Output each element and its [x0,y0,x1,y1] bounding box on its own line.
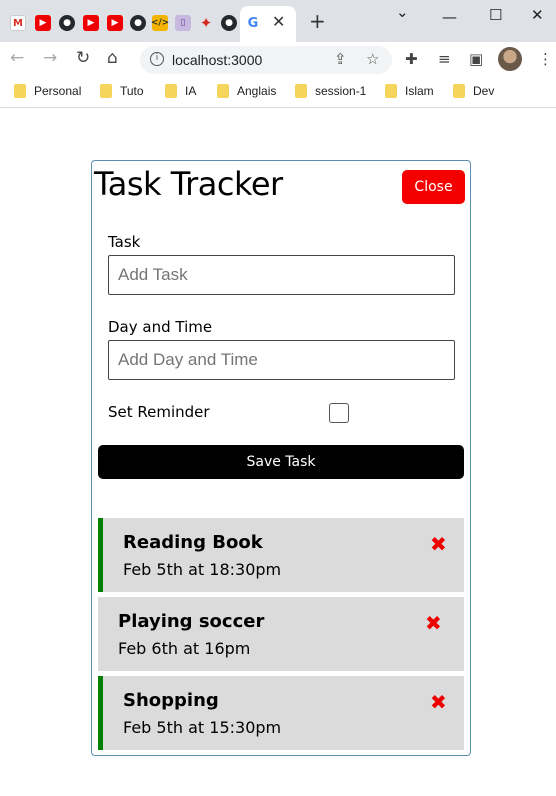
library-icon[interactable]: ▯ [175,15,191,31]
canada-icon[interactable]: ✦ [198,14,214,32]
bookmark-session-1[interactable]: session-1 [295,84,366,98]
task-day: Feb 6th at 16pm [118,639,251,658]
info-icon[interactable]: i [150,52,164,66]
github-icon[interactable]: ● [59,15,75,31]
bookmark-ia[interactable]: IA [165,84,196,98]
bookmark-label: session-1 [315,84,367,98]
new-tab-icon[interactable]: + [309,9,326,33]
task-name: Playing soccer [118,611,265,632]
github-icon[interactable]: ● [221,15,237,31]
folder-icon [165,84,177,98]
task-label: Task [108,233,141,251]
gmail-icon[interactable]: M [10,15,26,31]
bookmark-personal[interactable]: Personal [14,84,81,98]
close-button[interactable]: Close [402,170,465,204]
folder-icon [295,84,307,98]
task-day: Feb 5th at 15:30pm [123,718,282,737]
day-label: Day and Time [108,318,213,336]
save-task-button[interactable]: Save Task [98,445,464,479]
minimize-icon[interactable]: — [442,8,457,26]
youtube-icon[interactable]: ▶ [83,15,99,31]
youtube-icon[interactable]: ▶ [107,15,123,31]
youtube-icon[interactable]: ▶ [35,15,51,31]
bookmark-dev[interactable]: Dev [453,84,494,98]
browser-tabstrip: M ▶ ● ▶ ▶ ● </> ▯ ✦ ● G ✕ + ⌄ — ☐ ✕ [0,0,556,42]
folder-icon [385,84,397,98]
reminder-checkbox[interactable] [329,403,349,423]
task-day: Feb 5th at 18:30pm [123,560,282,579]
media-icon[interactable]: ≡ [438,50,451,68]
task-item[interactable]: Reading Book Feb 5th at 18:30pm ✖ [98,518,464,592]
chevron-down-icon[interactable]: ⌄ [396,3,409,21]
delete-icon[interactable]: ✖ [425,611,442,635]
delete-icon[interactable]: ✖ [430,690,447,714]
bookmark-label: Tuto [120,84,144,98]
close-window-icon[interactable]: ✕ [531,6,544,24]
reload-icon[interactable]: ↻ [76,48,90,68]
task-name: Reading Book [123,532,263,553]
day-input[interactable] [108,340,455,380]
bookmark-label: Anglais [237,84,277,98]
folder-icon [453,84,465,98]
bookmark-label: Islam [405,84,434,98]
maximize-icon[interactable]: ☐ [489,6,502,24]
google-icon: G [245,15,261,31]
folder-icon [100,84,112,98]
delete-icon[interactable]: ✖ [430,532,447,556]
bookmark-tuto[interactable]: Tuto [100,84,144,98]
bookmarks-bar: Personal Tuto IA Anglais session-1 Islam… [0,78,556,108]
menu-icon[interactable]: ⋮ [538,50,553,68]
back-icon[interactable]: ← [10,48,24,68]
url-text[interactable]: localhost:3000 [172,52,262,68]
task-item[interactable]: Shopping Feb 5th at 15:30pm ✖ [98,676,464,750]
avatar[interactable] [498,47,522,71]
task-tracker-container: Task Tracker Close Task Day and Time Set… [91,160,471,756]
task-input[interactable] [108,255,455,295]
code-icon[interactable]: </> [151,15,169,31]
extensions-icon[interactable]: ✚ [405,50,418,68]
github-icon[interactable]: ● [130,15,146,31]
page-title: Task Tracker [94,165,283,203]
bookmark-label: IA [185,84,197,98]
bookmark-label: Personal [34,84,82,98]
reminder-label: Set Reminder [108,403,210,421]
star-icon[interactable]: ☆ [366,50,379,68]
address-bar[interactable]: i localhost:3000 ⇪ ☆ [140,46,392,74]
bookmark-label: Dev [473,84,495,98]
folder-icon [217,84,229,98]
task-item[interactable]: Playing soccer Feb 6th at 16pm ✖ [98,597,464,671]
task-name: Shopping [123,690,219,711]
folder-icon [14,84,26,98]
sidepanel-icon[interactable]: ▣ [469,50,483,68]
bookmark-islam[interactable]: Islam [385,84,434,98]
forward-icon[interactable]: → [43,48,57,68]
home-icon[interactable]: ⌂ [107,48,118,68]
bookmark-anglais[interactable]: Anglais [217,84,276,98]
browser-toolbar: ← → ↻ ⌂ i localhost:3000 ⇪ ☆ ✚ ≡ ▣ ⋮ [0,42,556,78]
close-tab-icon[interactable]: ✕ [272,12,285,31]
share-icon[interactable]: ⇪ [334,50,347,68]
